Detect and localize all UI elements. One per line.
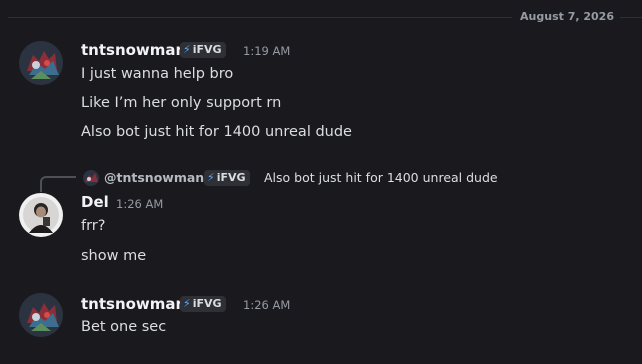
guild-tag-badge[interactable]: ⚡ iFVG [180,296,226,312]
message-text: Also bot just hit for 1400 unreal dude [81,124,352,140]
user-avatar[interactable] [19,41,63,85]
message-text: Bet one sec [81,319,167,335]
guild-tag-label: iFVG [192,297,222,310]
message-timestamp[interactable]: 1:26 AM [116,197,163,211]
guild-tag-label: iFVG [192,43,222,56]
message-text: frr? [81,218,106,234]
reply-guild-tag-badge[interactable]: ⚡ iFVG [204,170,250,186]
message-author[interactable]: tntsnowman [81,295,186,313]
user-avatar[interactable] [19,193,63,237]
user-avatar[interactable] [19,293,63,337]
message-author[interactable]: tntsnowman [81,41,186,59]
message-text: show me [81,248,147,264]
message-author[interactable]: Del [81,193,109,211]
lightning-icon: ⚡ [183,43,191,56]
reply-avatar[interactable] [83,170,99,186]
message-timestamp[interactable]: 1:26 AM [243,298,290,312]
message-text: Like I’m her only support rn [81,95,282,111]
lightning-icon: ⚡ [207,171,215,184]
guild-tag-label: iFVG [216,171,246,184]
guild-tag-badge[interactable]: ⚡ iFVG [180,42,226,58]
message-timestamp[interactable]: 1:19 AM [243,44,290,58]
chat-log: August 7, 2026 tntsnowman ⚡ iFVG 1:19 AM… [0,0,642,364]
reply-connector [40,176,76,192]
lightning-icon: ⚡ [183,297,191,310]
reply-preview-text[interactable]: Also bot just hit for 1400 unreal dude [264,170,498,185]
reply-author[interactable]: @tntsnowman [104,170,204,185]
date-divider-label: August 7, 2026 [512,10,620,23]
message-text: I just wanna help bro [81,66,234,82]
